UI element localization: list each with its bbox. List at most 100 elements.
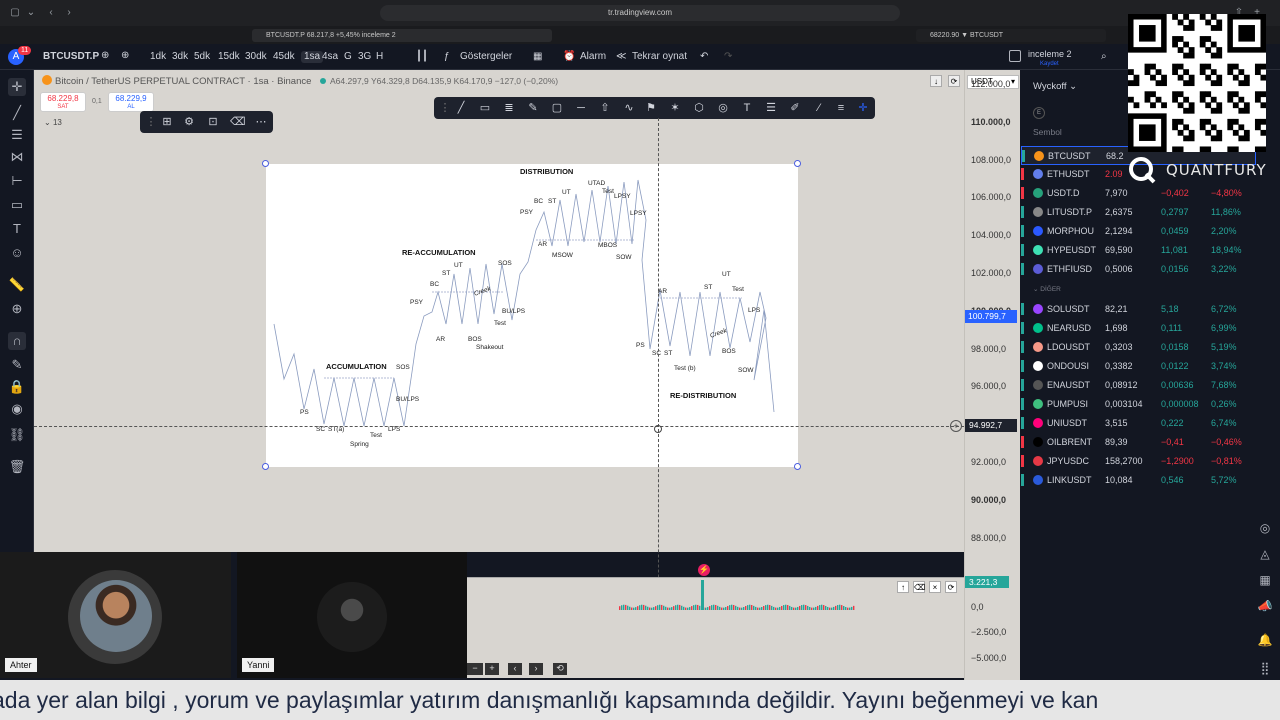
crosshair-icon[interactable]: ✛: [8, 78, 26, 96]
sidebar-icon[interactable]: ▢: [8, 6, 22, 20]
watchlist-row[interactable]: HYPEUSDT 69,590 11,081 18,94%: [1021, 241, 1256, 260]
interval-8[interactable]: G: [344, 51, 352, 63]
line-tool-icon[interactable]: ╱: [454, 101, 468, 115]
layers-icon[interactable]: ⊞: [160, 115, 174, 129]
drag-handle-icon[interactable]: ⋮: [144, 115, 158, 129]
price-axis[interactable]: USDT ▾ 112.000,0 110.000,0 108.000,0 106.000…: [964, 70, 1020, 680]
drag-handle-icon[interactable]: ⋮: [438, 101, 452, 115]
wave-tool-icon[interactable]: ∿: [622, 101, 636, 115]
layout-save[interactable]: Kaydet: [1040, 58, 1059, 70]
watchlist-row[interactable]: ONDOUSI 0,3382 0,0122 3,74%: [1021, 357, 1256, 376]
templates-icon[interactable]: ▦: [533, 51, 542, 63]
refresh-icon[interactable]: ⟳: [948, 75, 960, 87]
calendar-icon[interactable]: ▦: [1256, 571, 1274, 589]
tab-chart[interactable]: BTCUSDT.P 68.217,8 +5,45% inceleme 2: [252, 29, 552, 42]
brush-icon[interactable]: ▭: [8, 196, 26, 214]
watchlist-row[interactable]: OILBRENT 89,39 −0,41 −0,46%: [1021, 433, 1256, 452]
tab-ticker[interactable]: 68220.90 ▼ BTCUSDT: [916, 29, 1106, 42]
undo-icon[interactable]: ↶: [700, 51, 708, 63]
text-icon[interactable]: T: [8, 220, 26, 238]
move-up-icon[interactable]: ↑: [897, 581, 909, 593]
watchlist-row[interactable]: UNIUSDT 3,515 0,222 6,74%: [1021, 414, 1256, 433]
megaphone-icon[interactable]: 📣: [1256, 597, 1274, 615]
trendline-icon[interactable]: ╱: [8, 104, 26, 122]
circle-tool-icon[interactable]: ◎: [716, 101, 730, 115]
fib-tool-icon[interactable]: ☰: [764, 101, 778, 115]
link-icon[interactable]: ⛓: [8, 426, 26, 444]
reset-button[interactable]: ⟲: [553, 663, 567, 675]
zoom-in-button[interactable]: +: [485, 663, 499, 675]
settings-tool-icon[interactable]: ≡: [834, 101, 848, 115]
interval-5[interactable]: 45dk: [273, 51, 295, 63]
bell-icon[interactable]: 🔔: [1256, 631, 1274, 649]
redo-icon[interactable]: ↷: [724, 51, 732, 63]
watchlist-row[interactable]: LDOUSDT 0,3203 0,0158 5,19%: [1021, 338, 1256, 357]
interval-2[interactable]: 5dk: [194, 51, 210, 63]
forward-icon[interactable]: ›: [62, 6, 76, 20]
indicators-button[interactable]: Göstergeler: [460, 51, 512, 63]
indicator-collapse[interactable]: ⌄ 13: [44, 118, 62, 127]
resize-handle-tr[interactable]: [794, 160, 801, 167]
add-symbol-icon[interactable]: ⊕: [121, 50, 129, 62]
sell-button[interactable]: 68.229,8 SAT: [40, 92, 86, 112]
brush-tool-icon[interactable]: ✐: [788, 101, 802, 115]
wyckoff-schematic-image[interactable]: ACCUMULATION PS SC ST(a) Spring Test LPS SOS BU/…: [266, 164, 798, 467]
compare-icon[interactable]: ⊕: [101, 50, 109, 62]
emoji-icon[interactable]: ☺: [8, 244, 26, 262]
interval-1[interactable]: 3dk: [172, 51, 188, 63]
lock-icon[interactable]: 🔒: [8, 378, 26, 396]
search-icon[interactable]: ⌕: [1101, 51, 1107, 63]
watchlist-row[interactable]: LITUSDT.P 2,6375 0,2797 11,86%: [1021, 203, 1256, 222]
alarm-button[interactable]: Alarm: [580, 51, 606, 63]
chart-area[interactable]: Bitcoin / TetherUS PERPETUAL CONTRACT · …: [34, 70, 964, 720]
url-bar[interactable]: tr.tradingview.com: [380, 5, 900, 21]
channel-tool-icon[interactable]: ≣: [502, 101, 516, 115]
settings-icon[interactable]: ⚙: [182, 115, 196, 129]
replay-button[interactable]: Tekrar oynat: [632, 51, 687, 63]
shape-tool-icon[interactable]: ⬡: [692, 101, 706, 115]
symbol-search[interactable]: BTCUSDT.P: [43, 51, 99, 63]
alarm-icon[interactable]: ⏰: [563, 51, 575, 63]
resize-handle-tl[interactable]: [262, 160, 269, 167]
indicator-pane[interactable]: ↑ ⌫ × ⟳ ⚡ − + ‹ › ⟲: [467, 564, 964, 678]
resize-handle-bl[interactable]: [262, 463, 269, 470]
pattern-icon[interactable]: ⋈: [8, 148, 26, 166]
add-alert-plus-icon[interactable]: +: [950, 420, 962, 432]
candle-type-icon[interactable]: ┃┃: [416, 51, 428, 63]
watchlist-row[interactable]: USDT.D 7,970 −0,402 −4,80%: [1021, 184, 1256, 203]
flag-tool-icon[interactable]: ⚑: [644, 101, 658, 115]
trash-icon[interactable]: ⌫: [230, 115, 246, 129]
stay-drawing-icon[interactable]: ✎: [8, 356, 26, 374]
trash-icon[interactable]: ⌫: [913, 581, 925, 593]
back-icon[interactable]: ‹: [44, 6, 58, 20]
lock-icon[interactable]: ⊡: [206, 115, 220, 129]
pen-tool-icon[interactable]: ✎: [526, 101, 540, 115]
watchlist-row[interactable]: ENAUSDT 0,08912 0,00636 7,68%: [1021, 376, 1256, 395]
replay-icon[interactable]: ≪: [616, 51, 626, 63]
highlighter-tool-icon[interactable]: ⁄: [812, 101, 826, 115]
layout-icon[interactable]: [1009, 50, 1021, 62]
close-icon[interactable]: ×: [929, 581, 941, 593]
indicators-icon[interactable]: ƒ: [444, 51, 450, 63]
pattern-tool-icon[interactable]: ✶: [668, 101, 682, 115]
zoom-icon[interactable]: ⊕: [8, 300, 26, 318]
scroll-left-button[interactable]: ‹: [508, 663, 522, 675]
crosshair-tool-icon[interactable]: ✛: [856, 101, 870, 115]
watchlist-row[interactable]: LINKUSDT 10,084 0,546 5,72%: [1021, 471, 1256, 490]
resize-handle-br[interactable]: [794, 463, 801, 470]
fib-icon[interactable]: ☰: [8, 126, 26, 144]
callout-tool-icon[interactable]: ▢: [550, 101, 564, 115]
scroll-right-button[interactable]: ›: [529, 663, 543, 675]
chevron-down-icon[interactable]: ⌄: [24, 6, 38, 20]
watchlist-row[interactable]: JPYUSDC 158,2700 −1,2900 −0,81%: [1021, 452, 1256, 471]
event-icon[interactable]: ⚡: [698, 564, 710, 576]
watchlist-title[interactable]: Wyckoff ⌄: [1033, 81, 1077, 92]
interval-0[interactable]: 1dk: [150, 51, 166, 63]
watchlist-row[interactable]: NEARUSD 1,698 0,111 6,99%: [1021, 319, 1256, 338]
section-header[interactable]: ⌄ DİĞER: [1033, 285, 1061, 293]
position-icon[interactable]: ⊢: [8, 172, 26, 190]
flag-icon[interactable]: E: [1033, 107, 1045, 119]
buy-button[interactable]: 68.229,9 AL: [108, 92, 154, 112]
grid-icon[interactable]: ⣿: [1256, 659, 1274, 677]
hline-tool-icon[interactable]: ─: [574, 101, 588, 115]
